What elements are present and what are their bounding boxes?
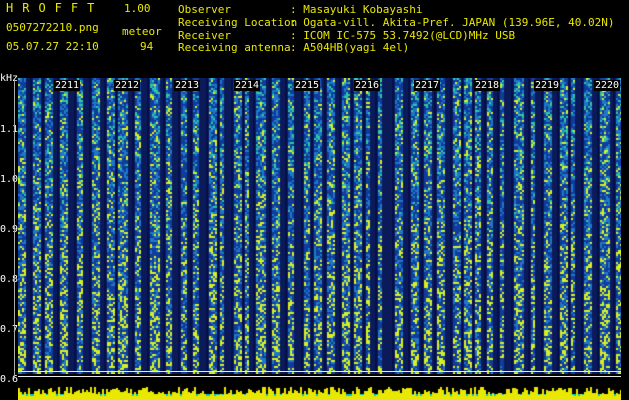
meteor-count: 94 <box>140 40 154 53</box>
filename-label: 0507272210.png <box>6 21 99 34</box>
freq-marker-line <box>18 371 621 372</box>
ytick-label: 0.9 <box>0 224 19 235</box>
time-tick: 2214 <box>234 80 261 91</box>
ytick-label: 0.8 <box>0 274 19 285</box>
ytick-label: 0.7 <box>0 324 19 335</box>
ytick-label: 1.1 <box>0 124 19 135</box>
observer-value: : Masayuki Kobayashi <box>290 3 423 16</box>
antenna-label: Receiving antenna <box>178 41 291 54</box>
antenna-value: : A504HB(yagi 4el) <box>290 41 410 54</box>
version-label: 1.00 <box>124 2 151 15</box>
time-tick: 2215 <box>294 80 321 91</box>
hrofft-window: HROFFT 1.00 0507272210.png meteor 05.07.… <box>0 0 629 400</box>
time-tick: 2217 <box>414 80 441 91</box>
ytick-label: 1.0 <box>0 174 19 185</box>
time-tick: 2219 <box>534 80 561 91</box>
observer-label: Observer <box>178 3 231 16</box>
frequency-unit-label: kHz <box>0 73 19 84</box>
location-value: : Ogata-vill. Akita-Pref. JAPAN (139.96E… <box>290 16 615 29</box>
datetime-label: 05.07.27 22:10 <box>6 40 99 53</box>
app-title: HROFFT <box>6 1 104 15</box>
time-tick: 2213 <box>174 80 201 91</box>
receiver-value: : ICOM IC-575 53.7492(@LCD)MHz USB <box>290 29 516 42</box>
time-tick: 2218 <box>474 80 501 91</box>
time-tick: 2211 <box>54 80 81 91</box>
ytick-label: 0.6 <box>0 374 19 385</box>
mode-label: meteor <box>122 25 162 38</box>
time-tick: 2212 <box>114 80 141 91</box>
axis-line <box>14 78 15 378</box>
power-strip <box>18 378 621 400</box>
time-tick: 2216 <box>354 80 381 91</box>
time-tick: 2220 <box>594 80 621 91</box>
spectrogram-canvas <box>18 78 621 374</box>
spectrogram: 2211 2212 2213 2214 2215 2216 2217 2218 … <box>18 78 621 374</box>
freq-marker-line <box>18 376 621 377</box>
location-label: Receiving Location <box>178 16 298 29</box>
receiver-label: Receiver <box>178 29 231 42</box>
